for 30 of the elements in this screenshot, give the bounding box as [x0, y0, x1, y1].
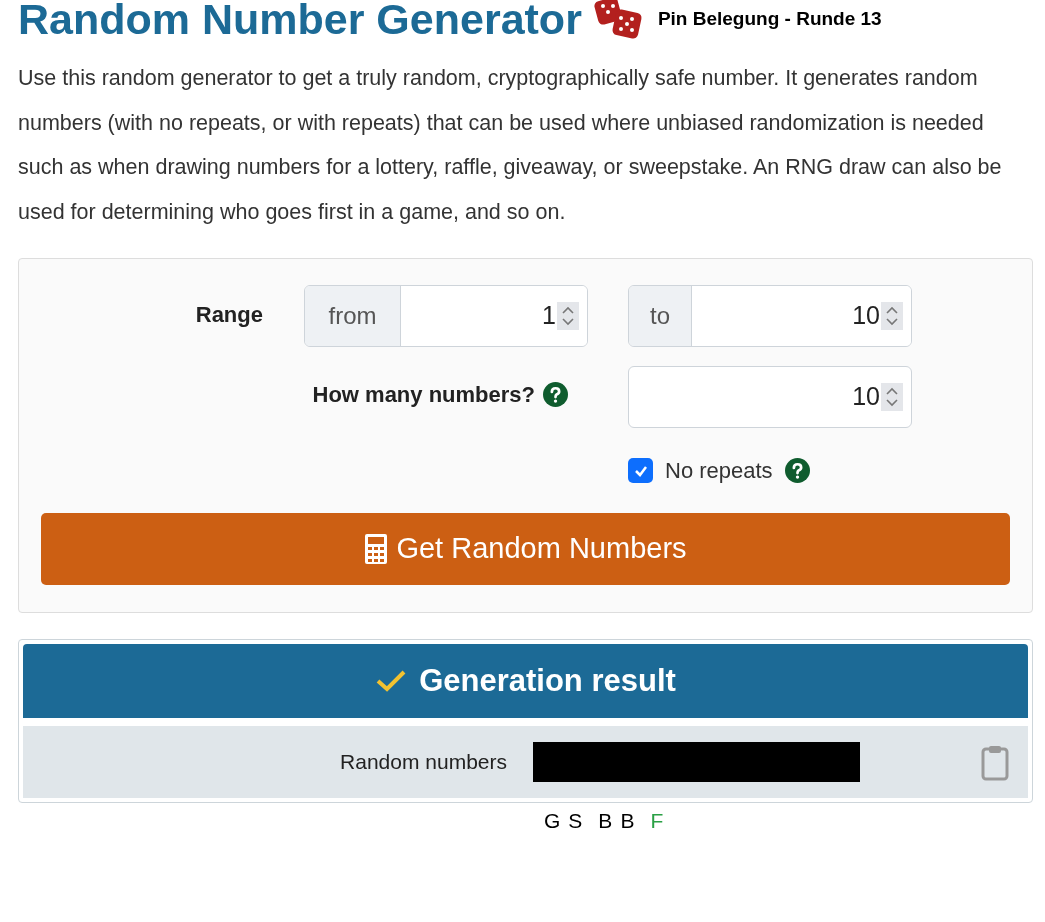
calculator-icon [364, 533, 389, 565]
range-label: Range [194, 300, 263, 329]
generate-button[interactable]: Get Random Numbers [41, 513, 1010, 585]
legend-letter: B [620, 808, 635, 834]
spinner-icon[interactable] [557, 302, 579, 330]
check-icon [375, 669, 408, 693]
spinner-icon[interactable] [881, 302, 903, 330]
spinner-icon[interactable] [881, 383, 903, 411]
no-repeats-checkbox[interactable] [628, 458, 653, 483]
result-label: Random numbers [339, 749, 507, 776]
legend-letter: B [598, 808, 613, 834]
round-heading: Pin Belegung - Runde 13 [657, 6, 882, 31]
from-input-group[interactable]: from 1 [304, 285, 588, 347]
to-input-group[interactable]: to 10 [628, 285, 912, 347]
from-addon: from [305, 286, 401, 346]
count-label: How many numbers? [312, 380, 535, 409]
clipboard-icon[interactable] [980, 743, 1010, 781]
legend-letter: G [544, 808, 561, 834]
help-icon[interactable] [784, 458, 810, 483]
legend-letter: S [568, 808, 583, 834]
count-field[interactable]: 10 [628, 366, 912, 428]
result-title: Generation result [419, 661, 676, 700]
no-repeats-label: No repeats [665, 457, 773, 485]
page-title: Random Number Generator [18, 0, 582, 41]
legend-letter: F [650, 808, 664, 834]
to-addon: to [629, 286, 692, 346]
from-field[interactable]: 1 [401, 286, 587, 346]
help-icon[interactable] [543, 381, 568, 407]
intro-paragraph: Use this random generator to get a truly random, cryptographically safe number. It generates random numbers (with no repeats, or with repeats) that can be used where unbiased randomization is needed such as when drawing numbers for a lottery, raffle, giveaway, or sweepstake. An RNG draw can also be used for determining who goes first in a game, and so on. [17, 65, 1003, 226]
to-field[interactable]: 10 [692, 286, 911, 346]
